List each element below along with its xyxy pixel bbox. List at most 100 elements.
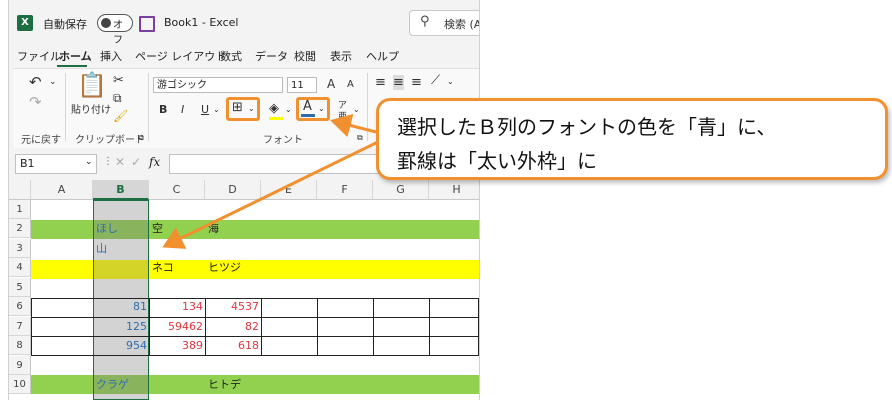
- font-color-dropdown-icon[interactable]: ⌄: [318, 104, 325, 113]
- border-line: [373, 298, 374, 356]
- redo-icon[interactable]: ↷: [29, 93, 42, 111]
- tab-review[interactable]: 校閲: [294, 48, 316, 64]
- cell-b6[interactable]: 81: [93, 297, 149, 316]
- tab-view[interactable]: 表示: [330, 48, 352, 64]
- font-dialog-launcher-icon[interactable]: ⧉: [357, 133, 363, 143]
- orientation-icon[interactable]: ⟋: [431, 73, 440, 88]
- cell-c8[interactable]: 389: [149, 336, 205, 355]
- tab-help[interactable]: ヘルプ: [366, 48, 399, 64]
- autosave-label: 自動保存: [43, 18, 87, 31]
- dialog-launcher-icon[interactable]: ⧉: [138, 133, 144, 143]
- format-painter-icon[interactable]: 🖌: [113, 109, 128, 123]
- cell-c2[interactable]: 空: [149, 219, 205, 238]
- font-group-label: フォント: [263, 135, 303, 146]
- cell-d4[interactable]: ヒツジ: [205, 258, 261, 277]
- font-size-select[interactable]: 11: [287, 77, 317, 93]
- group-separator: [148, 73, 149, 141]
- callout-line-1: 選択したＢ列のフォントの色を「青」に、: [397, 115, 777, 139]
- grow-font-button[interactable]: A: [327, 77, 335, 91]
- callout-line-2: 罫線は「太い外枠」に: [397, 149, 597, 173]
- border-line: [317, 298, 318, 356]
- column-header-g[interactable]: G: [373, 180, 429, 200]
- bold-button[interactable]: B: [159, 103, 167, 116]
- tab-page-layout[interactable]: ページ レイアウト: [135, 48, 226, 64]
- column-header-d[interactable]: D: [205, 180, 261, 200]
- autosave-toggle[interactable]: オフ: [97, 14, 133, 46]
- row-header-1[interactable]: 1: [9, 200, 31, 219]
- tab-formulas[interactable]: 数式: [220, 48, 242, 64]
- cell-b8[interactable]: 954: [93, 336, 149, 355]
- undo-dropdown-icon[interactable]: ⌄: [49, 77, 57, 87]
- search-box[interactable]: ⚲ 検索 (Alt: [409, 10, 479, 36]
- row-header-8[interactable]: 8: [9, 336, 31, 355]
- worksheet-grid: A B C D E F G H 1 2 3 4 5 6 7 8 9 10 ほし空海山ネコ ヒツジ 81…: [9, 180, 479, 400]
- insert-function-button[interactable]: fx: [149, 155, 160, 169]
- ribbon-tabs: ファイル ホーム 挿入 ページ レイアウト 数式 データ 校閲 表示 ヘルプ: [9, 44, 479, 66]
- excel-logo-icon: X: [17, 15, 33, 31]
- italic-button[interactable]: I: [181, 103, 184, 116]
- align-top-icon[interactable]: ≡: [375, 75, 386, 90]
- cell-d8[interactable]: 618: [205, 336, 261, 355]
- paste-label[interactable]: 貼り付け: [71, 101, 111, 116]
- column-header-b[interactable]: B: [93, 180, 149, 200]
- border-icon[interactable]: ⊞: [232, 100, 243, 115]
- group-separator: [65, 73, 66, 141]
- font-name-select[interactable]: 游ゴシック: [153, 77, 283, 93]
- cell-b7[interactable]: 125: [93, 317, 149, 336]
- column-header-a[interactable]: A: [31, 180, 93, 200]
- fill-color-icon[interactable]: ◈: [269, 101, 279, 116]
- tab-home[interactable]: ホーム: [59, 48, 92, 64]
- row-header-6[interactable]: 6: [9, 297, 31, 316]
- cell-b2[interactable]: ほし: [93, 219, 149, 238]
- underline-dropdown-icon[interactable]: ⌄: [213, 105, 220, 114]
- underline-button[interactable]: U: [201, 103, 209, 116]
- enter-icon[interactable]: ✓: [131, 155, 141, 169]
- row-header-10[interactable]: 10: [9, 375, 31, 394]
- row-header-3[interactable]: 3: [9, 239, 31, 258]
- tab-file[interactable]: ファイル: [17, 48, 61, 64]
- column-header-c[interactable]: C: [149, 180, 205, 200]
- cell-b3[interactable]: 山: [93, 239, 149, 258]
- row-header-4[interactable]: 4: [9, 258, 31, 277]
- cut-icon[interactable]: ✂: [113, 73, 124, 88]
- excel-window: X 自動保存 オフ Book1 - Excel ⚲ 検索 (Alt ファイル ホ…: [8, 0, 480, 400]
- column-header-h[interactable]: H: [429, 180, 479, 200]
- tab-data[interactable]: データ: [255, 48, 288, 64]
- tab-insert[interactable]: 挿入: [100, 48, 122, 64]
- border-line: [429, 298, 430, 356]
- active-tab-indicator: [57, 65, 87, 67]
- row-header-2[interactable]: 2: [9, 219, 31, 238]
- save-icon[interactable]: [139, 16, 155, 32]
- paste-icon[interactable]: 📋: [77, 71, 107, 99]
- border-dropdown-icon[interactable]: ⌄: [248, 104, 255, 113]
- cell-d7[interactable]: 82: [205, 317, 261, 336]
- align-bottom-icon[interactable]: ≡: [411, 75, 422, 90]
- align-middle-icon[interactable]: ≡: [393, 75, 404, 90]
- undo-icon[interactable]: ↶: [29, 73, 42, 91]
- shrink-font-button[interactable]: A: [347, 79, 354, 90]
- row-header-5[interactable]: 5: [9, 278, 31, 297]
- instruction-callout: 選択したＢ列のフォントの色を「青」に、 罫線は「太い外枠」に: [376, 98, 888, 180]
- column-header-e[interactable]: E: [261, 180, 317, 200]
- column-header-f[interactable]: F: [317, 180, 373, 200]
- orientation-dropdown-icon[interactable]: ⌄: [447, 77, 454, 86]
- cell-c6[interactable]: 134: [149, 297, 205, 316]
- phonetic-dropdown-icon[interactable]: ⌄: [353, 105, 360, 114]
- cell-c7[interactable]: 59462: [149, 317, 205, 336]
- toggle-knob-icon: [101, 18, 111, 28]
- cell-d2[interactable]: 海: [205, 219, 261, 238]
- cell-d10[interactable]: ヒトデ: [205, 375, 261, 394]
- cancel-icon[interactable]: ✕: [115, 155, 125, 169]
- row-header-9[interactable]: 9: [9, 356, 31, 375]
- cell-b10[interactable]: クラゲ: [93, 375, 149, 394]
- phonetic-bottom[interactable]: 亜: [338, 109, 347, 122]
- copy-icon[interactable]: ⧉: [113, 91, 122, 106]
- row-header-7[interactable]: 7: [9, 317, 31, 336]
- select-all-corner[interactable]: [9, 180, 31, 200]
- autosave-state: オフ: [113, 20, 123, 46]
- name-box-dropdown-icon[interactable]: ⌄: [85, 157, 93, 167]
- cell-c4[interactable]: ネコ: [149, 258, 205, 277]
- cell-d6[interactable]: 4537: [205, 297, 261, 316]
- font-color-button[interactable]: A: [303, 99, 312, 114]
- fill-dropdown-icon[interactable]: ⌄: [285, 105, 292, 114]
